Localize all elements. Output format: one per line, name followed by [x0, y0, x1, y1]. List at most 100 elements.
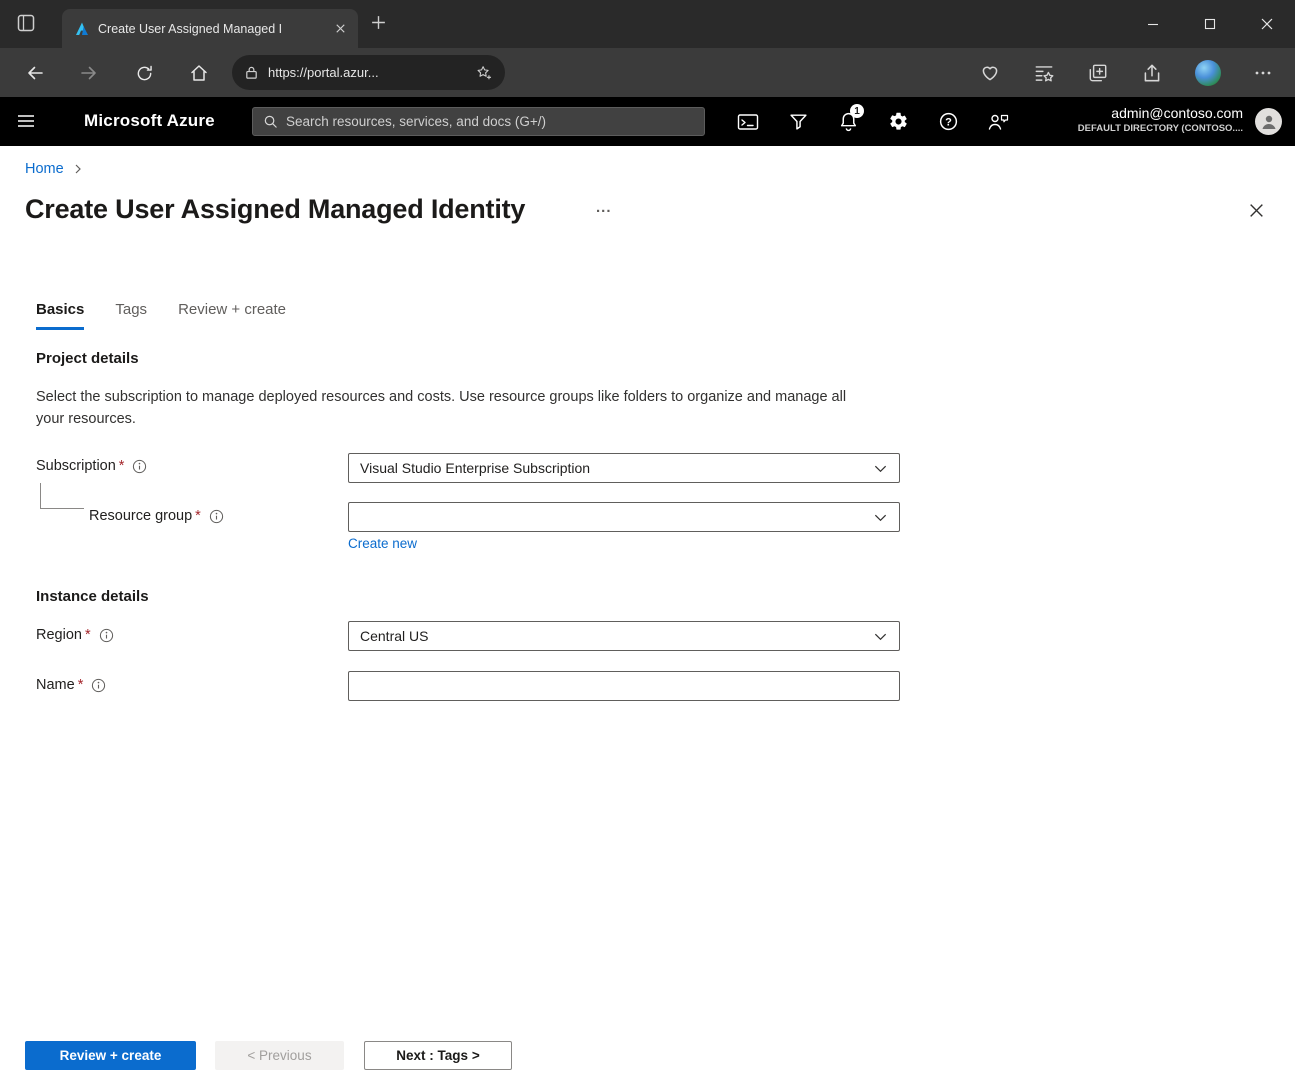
- subscription-value: Visual Studio Enterprise Subscription: [360, 460, 590, 476]
- filter-icon: [788, 111, 809, 132]
- favorites-icon: [1033, 62, 1055, 84]
- previous-button[interactable]: < Previous: [215, 1041, 344, 1070]
- close-page-button[interactable]: [1248, 202, 1265, 219]
- info-icon[interactable]: [209, 509, 224, 524]
- resource-group-label: Resource group: [89, 508, 192, 524]
- forward-button[interactable]: [72, 56, 106, 90]
- refresh-button[interactable]: [127, 56, 161, 90]
- portal-menu-button[interactable]: [16, 111, 36, 131]
- browser-profile-button[interactable]: [1195, 60, 1221, 86]
- region-value: Central US: [360, 628, 428, 644]
- gear-icon: [888, 111, 909, 132]
- hamburger-icon: [16, 111, 36, 131]
- browser-essentials-button[interactable]: [979, 62, 1001, 84]
- tab-review-create[interactable]: Review + create: [178, 301, 286, 330]
- required-asterisk: *: [78, 677, 84, 693]
- tab-close-button[interactable]: [333, 21, 348, 36]
- window-minimize-button[interactable]: [1124, 0, 1181, 48]
- chevron-down-icon: [873, 461, 888, 476]
- tab-title: Create User Assigned Managed I: [98, 22, 327, 36]
- page-title: Create User Assigned Managed Identity: [25, 194, 525, 225]
- share-button[interactable]: [1141, 62, 1163, 84]
- breadcrumb: Home: [25, 161, 84, 177]
- help-icon: ?: [938, 111, 959, 132]
- create-new-link[interactable]: Create new: [348, 536, 417, 551]
- address-bar[interactable]: https://portal.azur...: [232, 55, 505, 90]
- region-label: Region: [36, 627, 82, 643]
- info-icon[interactable]: [132, 459, 147, 474]
- project-details-heading: Project details: [36, 350, 139, 367]
- browser-navbar: https://portal.azur...: [0, 48, 1295, 97]
- settings-button[interactable]: [873, 97, 923, 146]
- name-label: Name: [36, 677, 75, 693]
- wizard-tabs: Basics Tags Review + create: [36, 301, 286, 330]
- account-info: admin@contoso.com DEFAULT DIRECTORY (CON…: [1078, 105, 1243, 135]
- more-options-button[interactable]: ...: [596, 199, 612, 216]
- ellipsis-icon: [1253, 63, 1273, 83]
- directories-filter-button[interactable]: [773, 97, 823, 146]
- info-icon[interactable]: [91, 678, 106, 693]
- subscription-label: Subscription: [36, 458, 116, 474]
- feedback-icon: [987, 112, 1009, 132]
- refresh-icon: [135, 64, 154, 83]
- search-icon: [263, 114, 278, 129]
- portal-header-icons: 1 ?: [723, 97, 1023, 146]
- browser-essentials-icon: [979, 62, 1001, 84]
- name-label-row: Name *: [36, 677, 106, 693]
- home-icon: [189, 63, 209, 83]
- svg-text:?: ?: [945, 116, 952, 128]
- azure-favicon: [74, 21, 90, 37]
- lock-icon[interactable]: [244, 65, 259, 80]
- tab-tags[interactable]: Tags: [115, 301, 147, 330]
- subscription-label-row: Subscription *: [36, 458, 147, 474]
- name-input[interactable]: [348, 671, 900, 701]
- browser-titlebar: Create User Assigned Managed I: [0, 0, 1295, 48]
- new-tab-button[interactable]: [370, 14, 387, 31]
- next-tags-button[interactable]: Next : Tags >: [364, 1041, 512, 1070]
- tab-basics[interactable]: Basics: [36, 301, 84, 330]
- azure-brand[interactable]: Microsoft Azure: [84, 111, 215, 131]
- plus-icon: [370, 14, 387, 31]
- cloud-shell-button[interactable]: [723, 97, 773, 146]
- global-search: [252, 107, 705, 136]
- azure-header: Microsoft Azure 1 ?: [0, 97, 1295, 146]
- back-button[interactable]: [18, 56, 52, 90]
- account-directory: DEFAULT DIRECTORY (CONTOSO....: [1078, 122, 1243, 135]
- window-maximize-button[interactable]: [1181, 0, 1238, 48]
- add-favorite-button[interactable]: [475, 64, 493, 82]
- notifications-button[interactable]: 1: [823, 97, 873, 146]
- close-icon: [333, 21, 348, 36]
- account-avatar-button[interactable]: [1255, 108, 1282, 135]
- create-identity-page: Home Create User Assigned Managed Identi…: [0, 146, 1295, 1091]
- close-icon: [1248, 202, 1265, 219]
- browser-toolbar-icons: [979, 48, 1273, 97]
- close-icon: [1260, 17, 1274, 31]
- browser-tab[interactable]: Create User Assigned Managed I: [62, 9, 358, 48]
- home-button[interactable]: [182, 56, 216, 90]
- window-close-button[interactable]: [1238, 0, 1295, 48]
- field-connector-line: [40, 483, 84, 509]
- tab-actions-button[interactable]: [16, 13, 36, 33]
- feedback-button[interactable]: [973, 97, 1023, 146]
- breadcrumb-home-link[interactable]: Home: [25, 161, 64, 177]
- chevron-down-icon: [873, 510, 888, 525]
- region-dropdown[interactable]: Central US: [348, 621, 900, 651]
- collections-icon: [1087, 62, 1109, 84]
- help-button[interactable]: ?: [923, 97, 973, 146]
- review-create-button[interactable]: Review + create: [25, 1041, 196, 1070]
- arrow-right-icon: [79, 63, 99, 83]
- resource-group-dropdown[interactable]: [348, 502, 900, 532]
- chevron-right-icon: [72, 163, 84, 175]
- maximize-icon: [1204, 18, 1216, 30]
- favorites-button[interactable]: [1033, 62, 1055, 84]
- url-text: https://portal.azur...: [268, 65, 379, 80]
- chevron-down-icon: [873, 629, 888, 644]
- subscription-dropdown[interactable]: Visual Studio Enterprise Subscription: [348, 453, 900, 483]
- global-search-input[interactable]: [286, 114, 694, 129]
- collections-button[interactable]: [1087, 62, 1109, 84]
- info-icon[interactable]: [99, 628, 114, 643]
- region-label-row: Region *: [36, 627, 114, 643]
- resource-group-label-row: Resource group *: [89, 508, 224, 524]
- browser-menu-button[interactable]: [1253, 63, 1273, 83]
- star-add-icon: [475, 64, 493, 82]
